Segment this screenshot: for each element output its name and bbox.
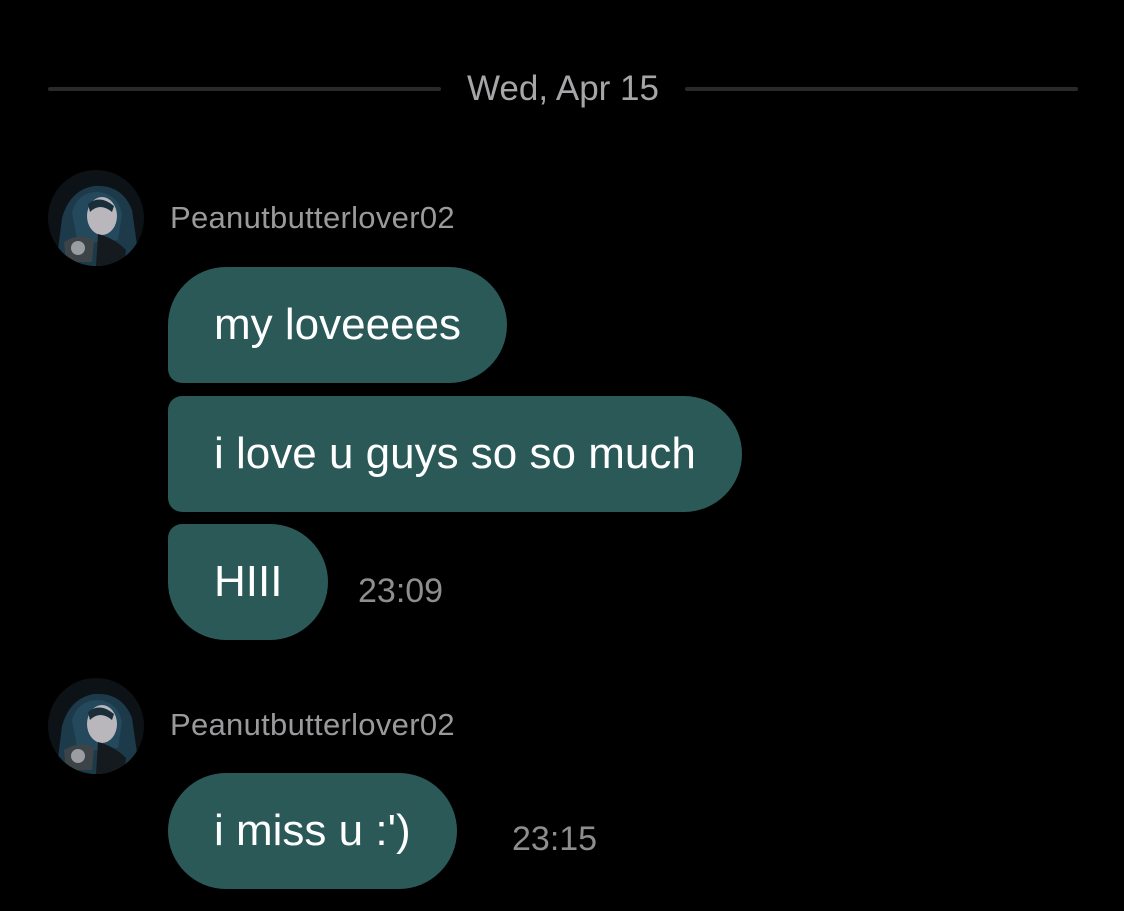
avatar-image-icon: [48, 170, 144, 266]
divider-line-left: [48, 87, 442, 91]
message-bubble[interactable]: my loveeees: [168, 267, 508, 383]
message-bubble[interactable]: i love u guys so so much: [168, 396, 742, 512]
message-timestamp: 23:15: [512, 820, 598, 858]
sender-name[interactable]: Peanutbutterlover02: [170, 707, 455, 743]
date-divider: Wed, Apr 15: [48, 62, 1079, 116]
message-bubble[interactable]: HIII: [168, 524, 329, 640]
message-text: i love u guys so so much: [214, 429, 696, 478]
message-timestamp: 23:09: [358, 572, 444, 610]
message-text: i miss u :'): [214, 806, 411, 855]
message-bubble[interactable]: i miss u :'): [168, 773, 457, 889]
date-label: Wed, Apr 15: [467, 69, 659, 108]
sender-avatar[interactable]: [48, 170, 144, 266]
divider-line-right: [685, 87, 1079, 91]
sender-avatar[interactable]: [48, 678, 144, 774]
message-text: my loveeees: [214, 300, 462, 349]
sender-name[interactable]: Peanutbutterlover02: [170, 200, 455, 236]
message-text: HIII: [214, 557, 283, 606]
avatar-image-icon: [48, 678, 144, 774]
